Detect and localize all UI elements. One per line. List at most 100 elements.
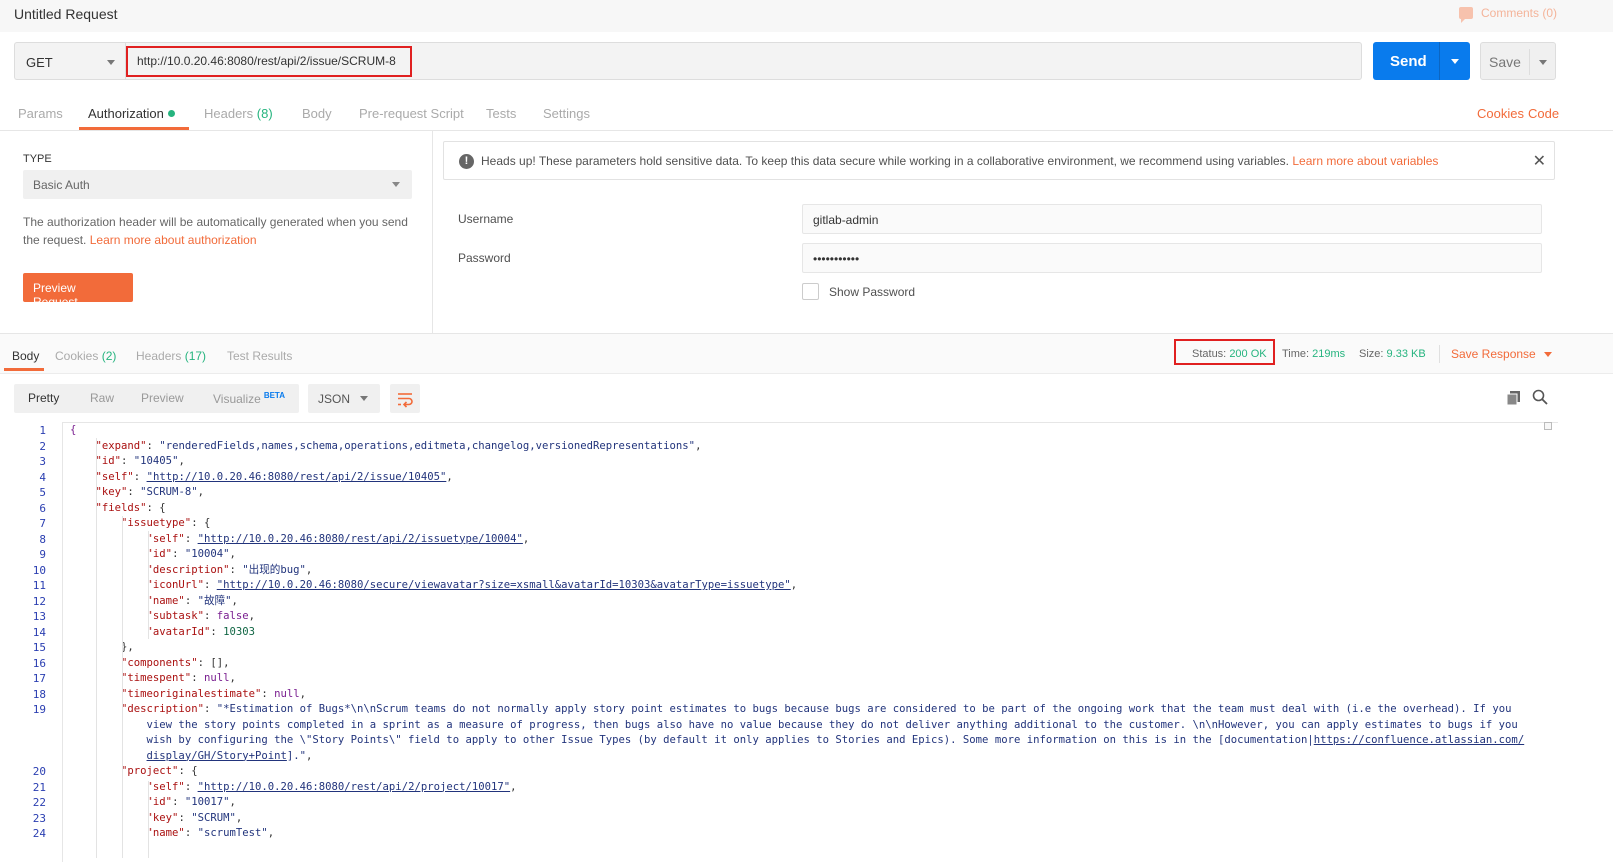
line-number: 22: [32, 796, 46, 809]
view-pretty[interactable]: Pretty: [28, 391, 59, 405]
comments-label: Comments (0): [1480, 6, 1557, 20]
code-token: false: [216, 610, 249, 622]
auth-learn-more-link[interactable]: Learn more about authorization: [90, 233, 257, 247]
code-token: "self": [146, 780, 185, 793]
line-number: 3: [39, 455, 46, 468]
tab-authorization[interactable]: Authorization: [88, 106, 175, 121]
request-title[interactable]: Untitled Request: [14, 6, 118, 22]
line-number: 12: [32, 594, 46, 608]
save-dropdown-icon[interactable]: [1539, 60, 1547, 65]
code-line: "id": "10017",: [146, 796, 236, 808]
response-tab-cookies-label: Cookies: [55, 349, 99, 363]
response-tab-cookies[interactable]: Cookies (2): [55, 349, 116, 363]
tab-settings[interactable]: Settings: [543, 106, 590, 121]
code-link[interactable]: "http://10.0.20.46:8080/rest/api/2/issue…: [198, 533, 523, 545]
code-token: "components": [121, 656, 198, 669]
line-number: 18: [32, 687, 46, 701]
format-select[interactable]: JSON: [308, 384, 380, 413]
view-preview[interactable]: Preview: [141, 391, 184, 405]
code-token: "*Estimation of Bugs*\n\nScrum teams do …: [216, 703, 1512, 715]
code-link[interactable]: "http://10.0.20.46:8080/secure/viewavata…: [217, 579, 791, 591]
code-line: "expand": "renderedFields,names,schema,o…: [95, 439, 702, 452]
response-tab-headers-count: (17): [184, 349, 207, 363]
url-text[interactable]: http://10.0.20.46:8080/rest/api/2/issue/…: [137, 54, 396, 68]
code-token: "10004": [184, 548, 230, 560]
line-number: 20: [32, 765, 46, 778]
save-response-button[interactable]: Save Response: [1451, 347, 1552, 361]
method-value: GET: [26, 55, 53, 70]
code-token: wish by configuring the \"Story Points\"…: [146, 734, 1314, 746]
tab-tests[interactable]: Tests: [486, 106, 516, 121]
tab-body[interactable]: Body: [302, 106, 332, 121]
method-select[interactable]: GET: [14, 42, 125, 80]
code-token: "id": [95, 455, 122, 467]
code-link[interactable]: https://confluence.atlassian.com/: [1314, 734, 1524, 746]
show-password-label[interactable]: Show Password: [829, 285, 915, 299]
code-token: null: [274, 687, 300, 700]
code-line: "description": "*Estimation of Bugs*\n\n…: [121, 703, 1512, 715]
send-button[interactable]: Send: [1373, 42, 1470, 80]
code-token: "description": [121, 703, 204, 715]
copy-icon[interactable]: [1506, 390, 1521, 405]
username-field[interactable]: gitlab-admin: [802, 204, 1542, 234]
code-line: "self": "http://10.0.20.46:8080/rest/api…: [146, 532, 530, 545]
code-link[interactable]: display/GH/Story+Point: [147, 750, 287, 762]
response-tab-cookies-count: (2): [101, 349, 117, 363]
show-password-checkbox[interactable]: [802, 283, 819, 300]
line-number: 10: [32, 563, 46, 577]
code-token: "id": [146, 548, 173, 560]
send-dropdown-icon[interactable]: [1451, 59, 1459, 64]
line-number: [26, 733, 46, 749]
code-token: "10405": [133, 455, 179, 467]
comments-link[interactable]: Comments (0): [1458, 6, 1557, 23]
response-tab-test-results[interactable]: Test Results: [227, 349, 292, 363]
alert-learn-more-link[interactable]: Learn more about variables: [1292, 154, 1438, 168]
tab-authorization-label: Authorization: [88, 106, 164, 121]
response-size: Size: 9.33 KB: [1359, 348, 1426, 360]
save-button[interactable]: Save: [1480, 42, 1556, 80]
code-token: "key": [146, 811, 179, 824]
code-token: 10303: [223, 625, 255, 638]
code-token: "key": [95, 486, 128, 498]
code-link[interactable]: Code: [1528, 106, 1559, 121]
code-link[interactable]: "http://10.0.20.46:8080/rest/api/2/issue…: [147, 471, 447, 483]
json-response-body: { "expand": "renderedFields,names,schema…: [70, 423, 1550, 858]
tab-prerequest-script[interactable]: Pre-request Script: [359, 106, 464, 121]
password-field[interactable]: •••••••••••: [802, 243, 1542, 273]
auth-type-select[interactable]: Basic Auth: [23, 170, 412, 199]
password-label: Password: [458, 251, 511, 265]
indent-guide: [122, 516, 123, 858]
code-token: "project": [121, 765, 179, 777]
preview-request-button[interactable]: Preview Request: [23, 273, 133, 309]
code-line: {: [70, 423, 1550, 439]
indent-guide: [96, 438, 97, 858]
tab-params[interactable]: Params: [18, 106, 63, 121]
tab-headers[interactable]: Headers (8): [204, 106, 273, 121]
code-token: "subtask": [146, 610, 204, 622]
view-raw[interactable]: Raw: [90, 391, 114, 405]
line-number: 9: [39, 548, 46, 561]
code-token: "name": [146, 827, 185, 839]
line-number: 2: [39, 439, 46, 453]
view-visualize[interactable]: Visualize BETA: [213, 391, 285, 406]
code-line: },: [70, 640, 1550, 656]
code-line: "key": "SCRUM-8",: [95, 486, 204, 498]
code-token: {: [70, 424, 77, 436]
line-number: 5: [39, 486, 46, 499]
close-icon[interactable]: ✕: [1533, 151, 1546, 171]
wrap-lines-button[interactable]: [390, 384, 420, 413]
code-line: "issuetype": {: [121, 517, 211, 529]
line-number: 23: [32, 811, 46, 825]
line-number: [26, 749, 46, 765]
search-icon[interactable]: [1532, 389, 1548, 405]
tab-headers-label: Headers: [204, 106, 254, 121]
auth-type-label: TYPE: [23, 153, 52, 165]
response-tab-body[interactable]: Body: [12, 349, 39, 363]
response-tab-headers[interactable]: Headers (17): [136, 349, 206, 363]
auth-description: The authorization header will be automat…: [23, 213, 413, 249]
response-tab-headers-label: Headers: [136, 349, 182, 363]
code-token: "avatarId": [146, 625, 211, 638]
code-token: null: [203, 672, 230, 684]
cookies-link[interactable]: Cookies: [1477, 106, 1524, 121]
code-link[interactable]: "http://10.0.20.46:8080/rest/api/2/proje…: [198, 781, 511, 793]
